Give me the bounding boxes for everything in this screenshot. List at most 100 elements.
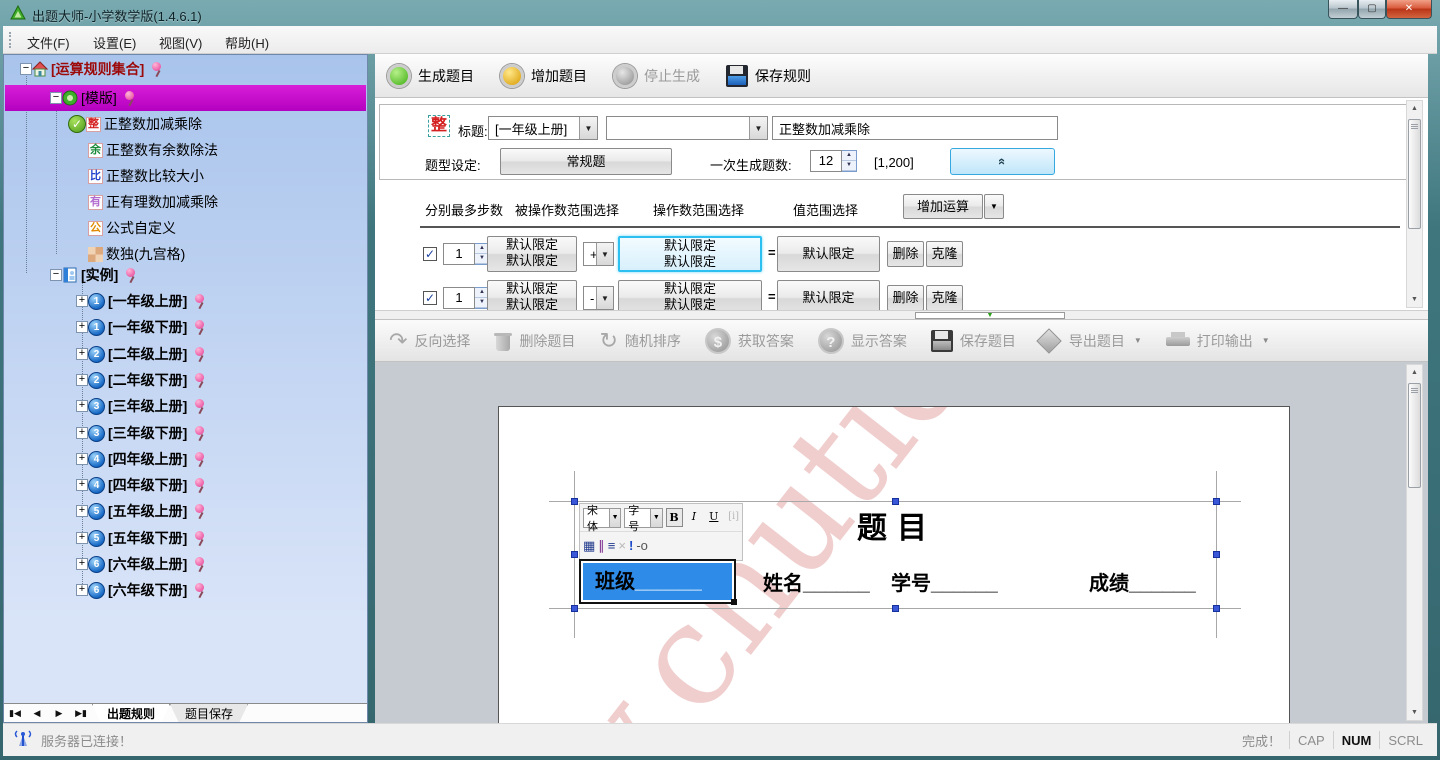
expand-icon[interactable]: + xyxy=(76,479,88,491)
italic-button[interactable]: I xyxy=(686,508,703,527)
tree-node-grade[interactable]: +6 [六年级上册] xyxy=(76,551,207,577)
tree-node-grade[interactable]: +3 [三年级下册] xyxy=(76,420,207,446)
tree-node-rational-arith[interactable]: 有 正有理数加减乘除 xyxy=(88,189,221,215)
tree-node-grade[interactable]: +5 [五年级上册] xyxy=(76,498,207,524)
score-field[interactable]: 成绩______ xyxy=(1089,567,1196,596)
minimize-button[interactable]: — xyxy=(1328,0,1358,19)
operand-range-button[interactable]: 默认限定 默认限定 xyxy=(487,236,577,272)
add-operation-split-button[interactable]: 增加运算 ▼ xyxy=(903,194,1004,219)
clone-rule-button[interactable]: 克隆 xyxy=(926,241,963,267)
chevron-down-icon[interactable]: ▼ xyxy=(1134,336,1142,345)
expand-icon[interactable]: + xyxy=(76,348,88,360)
expand-icon[interactable]: + xyxy=(76,584,88,596)
scroll-up-icon[interactable]: ▲ xyxy=(1407,365,1422,380)
bold-button[interactable]: B xyxy=(665,508,683,527)
tab-saved-questions[interactable]: 题目保存 xyxy=(170,704,248,723)
operator-range-button-selected[interactable]: 默认限定 默认限定 xyxy=(618,236,762,272)
title-input[interactable] xyxy=(772,116,1058,140)
chevron-down-icon[interactable]: ▼ xyxy=(1262,336,1270,345)
tab-nav-last-button[interactable]: ▶▮ xyxy=(70,704,92,722)
print-output-button[interactable]: 打印输出 ▼ xyxy=(1165,331,1270,351)
steps-spinner[interactable]: 1 ▲ ▼ xyxy=(443,287,490,309)
collapse-icon[interactable]: − xyxy=(20,63,32,75)
count-spinner[interactable]: 12 ▲ ▼ xyxy=(810,150,857,172)
value-range-button[interactable]: 默认限定 xyxy=(777,280,880,310)
add-operation-button[interactable]: 增加运算 xyxy=(903,194,983,219)
expand-icon[interactable]: + xyxy=(76,532,88,544)
expand-icon[interactable]: + xyxy=(76,321,88,333)
tree-node-custom-formula[interactable]: 公 公式自定义 xyxy=(88,215,179,241)
get-answers-button[interactable]: $ 获取答案 xyxy=(704,327,794,354)
student-id-field[interactable]: 学号______ xyxy=(891,567,998,596)
tree-node-grade[interactable]: +6 [六年级下册] xyxy=(76,577,207,603)
tree-node-grade[interactable]: +4 [四年级下册] xyxy=(76,472,207,498)
show-answers-button[interactable]: ? 显示答案 xyxy=(817,327,907,354)
delete-questions-button[interactable]: 删除题目 xyxy=(494,330,575,352)
expand-icon[interactable]: + xyxy=(76,295,88,307)
tree-node-grade[interactable]: +2 [二年级下册] xyxy=(76,367,207,393)
name-field[interactable]: 姓名______ xyxy=(763,567,870,596)
clone-rule-button[interactable]: 克隆 xyxy=(926,285,963,310)
scroll-up-icon[interactable]: ▲ xyxy=(1407,101,1422,116)
rules-scrollbar[interactable]: ▲ ▼ xyxy=(1406,100,1423,308)
operand-range-button[interactable]: 默认限定 默认限定 xyxy=(487,280,577,310)
resize-grip[interactable] xyxy=(731,599,737,605)
invert-selection-button[interactable]: ↷ 反向选择 xyxy=(389,329,470,352)
tab-nav-first-button[interactable]: ▮◀ xyxy=(4,704,26,722)
steps-value[interactable]: 1 xyxy=(443,243,475,265)
menu-view[interactable]: 视图(V) xyxy=(153,31,208,54)
expand-icon[interactable]: + xyxy=(76,558,88,570)
tab-nav-prev-button[interactable]: ◀ xyxy=(26,704,48,722)
scroll-down-icon[interactable]: ▼ xyxy=(1407,705,1422,720)
grade-select[interactable]: [一年级上册] ▼ xyxy=(488,116,598,140)
columns-icon[interactable]: ∥ xyxy=(598,537,605,555)
expand-icon[interactable]: + xyxy=(76,400,88,412)
font-family-select[interactable]: 宋体 ▼ xyxy=(583,505,622,533)
tree-node-grade[interactable]: +2 [二年级上册] xyxy=(76,341,207,367)
operator-select[interactable]: - ▼ xyxy=(583,286,614,310)
menu-file[interactable]: 文件(F) xyxy=(21,31,76,54)
save-questions-button[interactable]: 保存题目 xyxy=(930,329,1016,352)
class-field-selected[interactable]: 班级______ xyxy=(579,559,737,605)
unit-select[interactable]: ▼ xyxy=(606,116,768,140)
expand-icon[interactable]: + xyxy=(76,427,88,439)
align-icon[interactable]: ≡ xyxy=(608,537,616,555)
resize-handle[interactable] xyxy=(571,498,578,505)
steps-value[interactable]: 1 xyxy=(443,287,475,309)
tree-node-grade[interactable]: +1 [一年级下册] xyxy=(76,314,207,340)
tab-nav-next-button[interactable]: ▶ xyxy=(48,704,70,722)
tree-node-remainder-div[interactable]: 余 正整数有余数除法 xyxy=(88,137,221,163)
close-button[interactable]: ✕ xyxy=(1386,0,1432,19)
tree-node-grade[interactable]: +3 [三年级上册] xyxy=(76,393,207,419)
steps-spinner[interactable]: 1 ▲ ▼ xyxy=(443,243,490,265)
value-range-button[interactable]: 默认限定 xyxy=(777,236,880,272)
scrollbar-thumb[interactable] xyxy=(1408,119,1421,229)
horizontal-splitter[interactable]: ▼ xyxy=(375,310,1428,320)
delete-rule-button[interactable]: 删除 xyxy=(887,285,924,310)
tab-rule-editor[interactable]: 出题规则 xyxy=(92,704,170,723)
tree-node-grade[interactable]: +1 [一年级上册] xyxy=(76,288,207,314)
resize-handle[interactable] xyxy=(571,551,578,558)
underline-button[interactable]: U xyxy=(705,508,722,527)
collapse-icon[interactable]: − xyxy=(50,269,62,281)
tree-node-grade[interactable]: +5 [五年级下册] xyxy=(76,525,207,551)
shuffle-button[interactable]: ↻ 随机排序 xyxy=(599,329,680,352)
document-page[interactable]: www.chutidashi.com www.chutidashi.com 题目 xyxy=(498,406,1290,723)
resize-handle[interactable] xyxy=(1213,551,1220,558)
resize-handle[interactable] xyxy=(571,605,578,612)
collapse-icon[interactable]: − xyxy=(50,92,62,104)
spin-down-icon[interactable]: ▼ xyxy=(842,161,856,171)
operator-select[interactable]: + ▼ xyxy=(583,242,614,266)
rule-enabled-checkbox[interactable]: ✓ xyxy=(423,247,437,261)
table-icon[interactable]: ▦ xyxy=(583,537,595,555)
export-questions-button[interactable]: 导出题目 ▼ xyxy=(1036,327,1142,354)
title-bar[interactable]: 出题大师-小学数学版(1.4.6.1) — ▢ ✕ xyxy=(0,0,1440,26)
operator-range-button[interactable]: 默认限定 默认限定 xyxy=(618,280,762,310)
preview-scrollbar[interactable]: ▲ ▼ xyxy=(1406,364,1423,721)
pin-tool-icon[interactable]: -o xyxy=(636,537,648,555)
menu-settings[interactable]: 设置(E) xyxy=(87,31,142,54)
shuffle-icon[interactable]: × xyxy=(618,537,626,555)
add-questions-button[interactable]: 增加题目 xyxy=(500,63,587,88)
exclaim-icon[interactable]: ! xyxy=(629,537,633,555)
scrollbar-thumb[interactable] xyxy=(1408,383,1421,488)
